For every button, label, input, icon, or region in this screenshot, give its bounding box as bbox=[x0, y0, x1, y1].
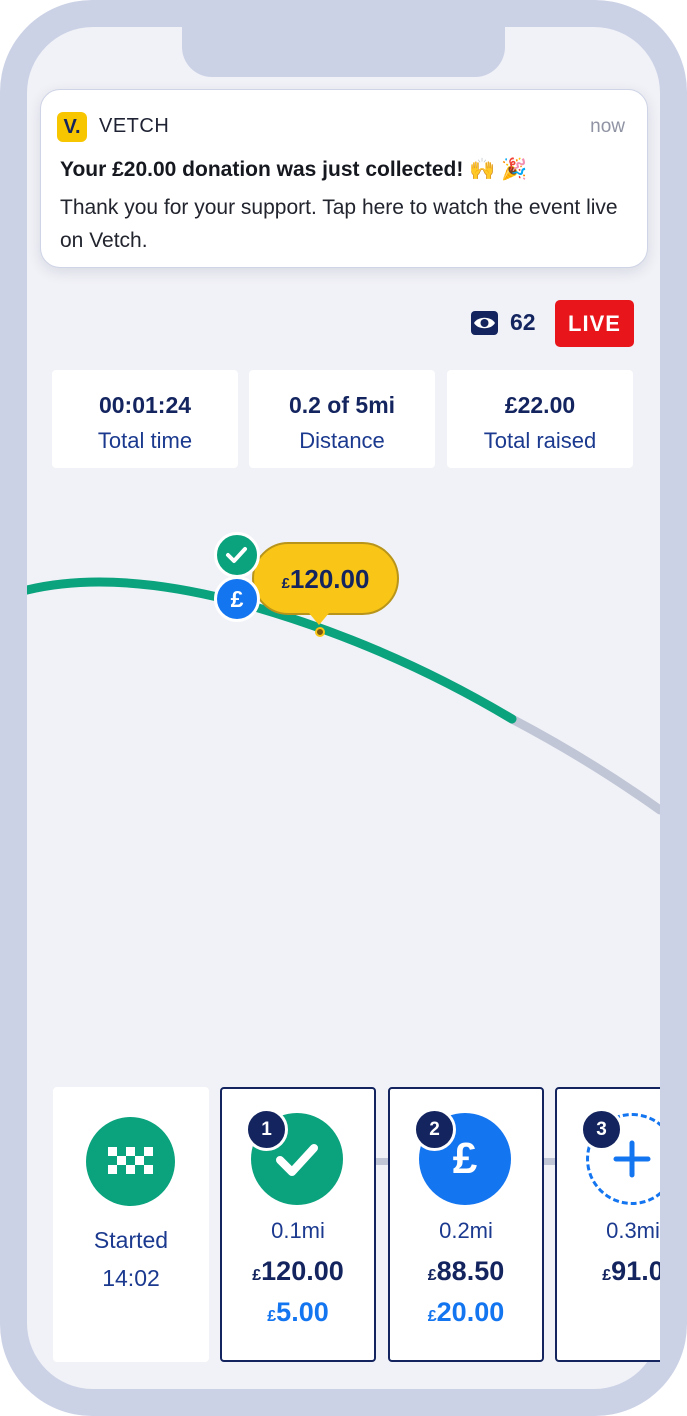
notification-title: Your £20.00 donation was just collected!… bbox=[60, 158, 528, 181]
donation-pin-pound[interactable]: £ bbox=[214, 576, 260, 622]
milestone-number: 3 bbox=[580, 1108, 623, 1151]
milestone-amount-value: 120.00 bbox=[261, 1256, 344, 1286]
stat-total-time: 00:01:24 Total time bbox=[52, 370, 238, 468]
eye-icon bbox=[471, 311, 498, 335]
milestone-amount: £120.00 bbox=[222, 1256, 374, 1287]
start-card[interactable]: Started 14:02 bbox=[53, 1087, 209, 1362]
check-icon bbox=[226, 547, 247, 563]
stat-value: 00:01:24 bbox=[98, 392, 192, 418]
start-label: Started bbox=[93, 1227, 169, 1253]
notification-time: now bbox=[590, 116, 625, 137]
push-notification[interactable]: V. VETCH now Your £20.00 donation was ju… bbox=[40, 89, 648, 268]
milestone-donation-value: 20.00 bbox=[436, 1297, 505, 1327]
route-remaining bbox=[507, 714, 660, 815]
notification-body: Thank you for your support. Tap here to … bbox=[60, 196, 618, 252]
milestone-amount: £88.50 bbox=[390, 1256, 542, 1287]
notification-app-name: VETCH bbox=[99, 115, 170, 137]
currency-symbol: £ bbox=[427, 1267, 437, 1284]
milestone-amount: £91.0 bbox=[557, 1256, 660, 1287]
bubble-amount: 120.00 bbox=[289, 564, 370, 594]
bubble-tail bbox=[309, 613, 329, 625]
milestone-donation-value: 5.00 bbox=[276, 1297, 329, 1327]
stat-label: Distance bbox=[299, 428, 385, 453]
checkered-flag-icon bbox=[86, 1117, 175, 1206]
stat-total-raised: £22.00 Total raised bbox=[447, 370, 633, 468]
milestone-donation: £5.00 bbox=[222, 1297, 374, 1328]
milestone-amount-value: 88.50 bbox=[436, 1256, 505, 1286]
currency-symbol: £ bbox=[602, 1267, 612, 1284]
milestone-number: 2 bbox=[413, 1108, 456, 1151]
milestone-amount-value: 91.0 bbox=[611, 1256, 660, 1286]
milestone-distance: 0.1mi bbox=[271, 1218, 325, 1243]
milestone-pin-check[interactable] bbox=[214, 532, 260, 578]
milestone-card-3[interactable]: 3 0.3mi £91.0 bbox=[555, 1087, 660, 1362]
stat-label: Total raised bbox=[483, 428, 597, 453]
milestone-card-2[interactable]: £ 2 0.2mi £88.50 £20.00 bbox=[388, 1087, 544, 1362]
currency-symbol: £ bbox=[267, 1308, 277, 1325]
vetch-app-icon: V. bbox=[57, 112, 87, 142]
phone-notch bbox=[182, 27, 505, 77]
current-amount-bubble[interactable]: £120.00 bbox=[252, 542, 399, 615]
milestone-number: 1 bbox=[245, 1108, 288, 1151]
current-position-marker bbox=[315, 627, 325, 637]
currency-symbol: £ bbox=[252, 1267, 262, 1284]
stat-label: Total time bbox=[97, 428, 193, 453]
milestone-distance: 0.3mi bbox=[606, 1218, 660, 1243]
milestone-card-1[interactable]: 1 0.1mi £120.00 £5.00 bbox=[220, 1087, 376, 1362]
stat-value: £22.00 bbox=[504, 392, 576, 418]
stat-distance: 0.2 of 5mi Distance bbox=[249, 370, 435, 468]
stat-value: 0.2 of 5mi bbox=[288, 392, 396, 418]
viewer-count: 62 bbox=[510, 309, 536, 335]
milestone-donation: £20.00 bbox=[390, 1297, 542, 1328]
live-badge: LIVE bbox=[555, 300, 634, 347]
start-time: 14:02 bbox=[102, 1265, 160, 1291]
milestone-distance: 0.2mi bbox=[439, 1218, 493, 1243]
milestone-clip: 3 0.3mi £91.0 bbox=[555, 1087, 660, 1362]
currency-symbol: £ bbox=[281, 575, 290, 592]
currency-symbol: £ bbox=[427, 1308, 437, 1325]
